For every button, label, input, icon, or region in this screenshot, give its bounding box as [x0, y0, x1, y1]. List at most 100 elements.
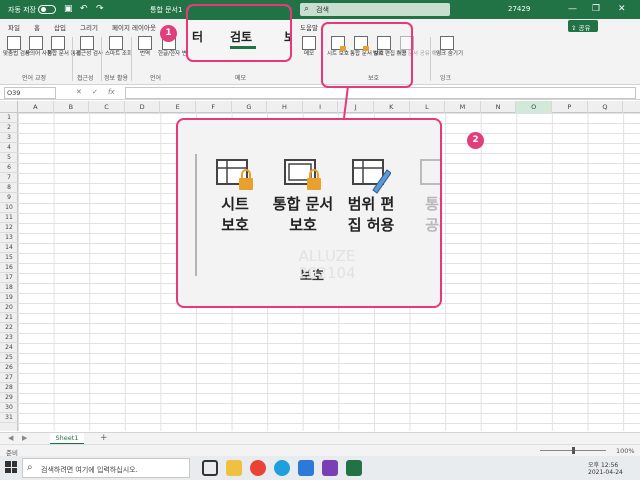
autosave-toggle[interactable] — [38, 5, 56, 14]
sheet-scroll-right-icon[interactable]: ▶ — [22, 434, 27, 442]
row-header[interactable]: 13 — [0, 233, 18, 243]
windows-start-icon[interactable] — [5, 461, 17, 473]
row-header[interactable]: 6 — [0, 163, 18, 173]
tab-home[interactable]: 홈 — [34, 22, 40, 32]
row-header[interactable]: 12 — [0, 223, 18, 233]
comments-button[interactable]: 메모 — [298, 36, 320, 58]
tab-draw[interactable]: 그리기 — [80, 22, 98, 32]
translate-label: 번역 — [139, 51, 151, 57]
column-header[interactable]: F — [196, 101, 232, 113]
column-header[interactable]: D — [125, 101, 161, 113]
row-header[interactable]: 22 — [0, 323, 18, 333]
row-header[interactable]: 10 — [0, 203, 18, 213]
row-header[interactable]: 29 — [0, 393, 18, 403]
edge-icon[interactable] — [274, 460, 290, 476]
file-explorer-icon[interactable] — [226, 460, 242, 476]
zoom-level[interactable]: 100% — [616, 447, 635, 455]
row-header[interactable]: 24 — [0, 343, 18, 353]
row-header[interactable]: 16 — [0, 263, 18, 273]
column-header[interactable]: C — [89, 101, 125, 113]
row-header[interactable]: 25 — [0, 353, 18, 363]
row-header[interactable]: 31 — [0, 413, 18, 423]
redo-icon[interactable]: ↷ — [96, 4, 104, 14]
add-sheet-button[interactable]: + — [100, 433, 108, 443]
excel-icon[interactable] — [346, 460, 362, 476]
column-header[interactable]: N — [481, 101, 517, 113]
cancel-icon[interactable]: ✕ — [76, 88, 82, 96]
tab-help[interactable]: 도움말 — [300, 22, 318, 32]
status-bar: 준비 100% — [0, 444, 640, 457]
chrome-icon[interactable] — [250, 460, 266, 476]
column-header[interactable]: K — [374, 101, 410, 113]
enter-icon[interactable]: ✓ — [92, 88, 98, 96]
row-header[interactable]: 5 — [0, 153, 18, 163]
formula-input[interactable] — [125, 87, 636, 99]
row-header[interactable]: 23 — [0, 333, 18, 343]
row-header[interactable]: 9 — [0, 193, 18, 203]
column-header[interactable]: L — [410, 101, 446, 113]
sheet-scroll-left-icon[interactable]: ◀ — [8, 434, 13, 442]
row-header[interactable]: 8 — [0, 183, 18, 193]
tab-insert[interactable]: 삽입 — [54, 22, 66, 32]
row-header[interactable]: 1 — [0, 113, 18, 123]
row-header[interactable]: 26 — [0, 363, 18, 373]
column-headers: ABCDEFGHIJKLMNOPQ — [18, 101, 640, 113]
zoom-protect-workbook: 통합 문서 보호 — [270, 156, 336, 236]
row-header[interactable]: 11 — [0, 213, 18, 223]
hide-ink-label: 잉크 숨기기 — [436, 51, 464, 57]
restore-button[interactable]: ❐ — [592, 4, 600, 14]
row-header[interactable]: 30 — [0, 403, 18, 413]
column-header[interactable]: A — [18, 101, 54, 113]
row-header[interactable]: 3 — [0, 133, 18, 143]
close-button[interactable]: ✕ — [618, 4, 626, 14]
clock-time[interactable]: 오후 12:56 — [588, 460, 618, 469]
minimize-button[interactable]: — — [568, 4, 577, 14]
row-header[interactable]: 28 — [0, 383, 18, 393]
name-box[interactable]: O39 — [4, 87, 56, 99]
row-header[interactable]: 7 — [0, 173, 18, 183]
column-header[interactable]: M — [445, 101, 481, 113]
clock-date[interactable]: 2021-04-24 — [588, 469, 623, 476]
row-header[interactable]: 20 — [0, 303, 18, 313]
hide-ink-button[interactable]: 잉크 숨기기 — [436, 36, 464, 58]
row-header[interactable]: 15 — [0, 253, 18, 263]
task-view-icon[interactable] — [202, 460, 218, 476]
column-header[interactable]: O — [516, 101, 552, 113]
workbook-stats-button[interactable]: 통합 문서 통계 — [47, 36, 81, 58]
photos-icon[interactable] — [298, 460, 314, 476]
row-header[interactable]: 14 — [0, 243, 18, 253]
spelling-button[interactable]: 맞춤법 검사 — [3, 36, 30, 58]
share-button[interactable]: ⇪ 공유 — [568, 20, 598, 32]
row-header[interactable]: 17 — [0, 273, 18, 283]
row-header[interactable]: 21 — [0, 313, 18, 323]
column-header[interactable]: H — [267, 101, 303, 113]
smart-lookup-button[interactable]: 스마트 조회 — [105, 36, 132, 58]
row-header[interactable]: 19 — [0, 293, 18, 303]
app-icon[interactable] — [322, 460, 338, 476]
save-icon[interactable]: ▣ — [64, 4, 73, 14]
taskbar-search[interactable]: ⌕ 검색하려면 여기에 입력하십시오. — [22, 458, 190, 478]
user-id: 27429 — [508, 5, 531, 13]
row-header[interactable]: 4 — [0, 143, 18, 153]
row-header[interactable]: 2 — [0, 123, 18, 133]
zoom-slider-thumb[interactable] — [572, 447, 575, 454]
column-header[interactable]: B — [54, 101, 90, 113]
tab-file[interactable]: 파일 — [8, 22, 20, 32]
undo-icon[interactable]: ↶ — [80, 4, 88, 14]
fx-icon[interactable]: fx — [108, 88, 115, 96]
callout-badge-2: 2 — [467, 132, 484, 149]
column-header[interactable]: Q — [588, 101, 624, 113]
row-header[interactable]: 18 — [0, 283, 18, 293]
column-header[interactable]: P — [552, 101, 588, 113]
column-header[interactable]: E — [160, 101, 196, 113]
check-accessibility-button[interactable]: 접근성 검사 — [76, 36, 103, 58]
column-header[interactable]: G — [232, 101, 268, 113]
group-separator — [430, 37, 431, 81]
tab-page-layout[interactable]: 페이지 레이아웃 — [112, 22, 156, 32]
search-box[interactable]: ⌕ 검색 — [300, 3, 450, 16]
translate-button[interactable]: 번역 — [134, 36, 156, 58]
thesaurus-button[interactable]: 동의어 사전 — [25, 36, 52, 58]
select-all-corner[interactable] — [0, 101, 18, 113]
row-header[interactable]: 27 — [0, 373, 18, 383]
unshare-workbook-icon — [419, 156, 440, 194]
